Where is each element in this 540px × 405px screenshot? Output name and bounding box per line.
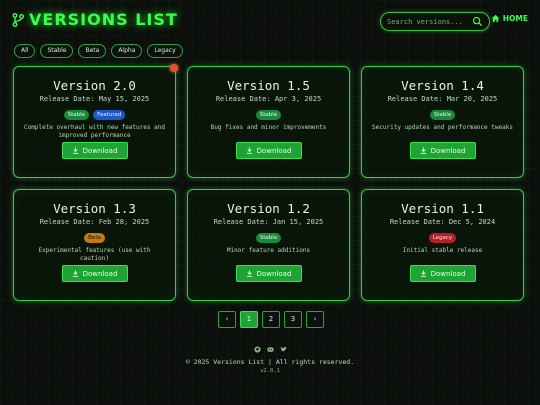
home-icon <box>491 14 500 23</box>
status-badge: Stable <box>429 110 456 120</box>
page-button-1[interactable]: 1 <box>240 311 258 328</box>
download-button[interactable]: Download <box>409 142 476 159</box>
version-card: Version 2.0 Release Date: May 15, 2025 S… <box>13 64 178 178</box>
release-date: Release Date: Feb 28, 2025 <box>39 218 150 226</box>
release-date: Release Date: Apr 3, 2025 <box>215 95 322 103</box>
version-card: Version 1.4 Release Date: Mar 20, 2025 S… <box>361 66 524 178</box>
version-title: Version 2.0 <box>53 78 136 93</box>
badge-group: Stable <box>188 233 349 243</box>
download-button[interactable]: Download <box>235 142 302 159</box>
filter-stable[interactable]: Stable <box>40 44 74 58</box>
search-box <box>380 12 490 31</box>
version-title: Version 1.4 <box>401 78 484 93</box>
filter-alpha[interactable]: Alpha <box>111 44 143 58</box>
version-title: Version 1.3 <box>53 201 136 216</box>
app-version: v2.0.1 <box>260 368 280 374</box>
badge-group: Stable <box>362 110 523 120</box>
header: VERSIONS LIST HOME <box>12 10 528 34</box>
version-title: Version 1.2 <box>227 201 310 216</box>
page-button-3[interactable]: 3 <box>284 311 302 328</box>
badge-group: Legacy <box>362 233 523 243</box>
download-button[interactable]: Download <box>409 265 476 282</box>
badge-group: Beta <box>14 233 175 243</box>
version-card: Version 1.3 Release Date: Feb 28, 2025 B… <box>13 189 176 301</box>
version-description: Experimental features (use with caution) <box>38 247 151 262</box>
download-icon <box>246 147 252 154</box>
download-label: Download <box>256 146 292 155</box>
home-label: HOME <box>502 14 528 23</box>
download-icon <box>72 147 78 154</box>
version-description: Minor feature additions <box>226 247 311 254</box>
footer: © 2025 Versions List | All rights reserv… <box>0 346 540 375</box>
version-title: Version 1.5 <box>227 78 310 93</box>
versions-grid: Version 2.0 Release Date: May 15, 2025 S… <box>13 64 527 301</box>
notification-dot <box>170 64 178 72</box>
discord-icon[interactable] <box>266 346 274 353</box>
copyright-text: © 2025 Versions List | All rights reserv… <box>185 358 355 366</box>
version-description: Bug fixes and minor improvements <box>210 124 327 131</box>
download-label: Download <box>430 146 466 155</box>
filter-beta[interactable]: Beta <box>78 44 107 58</box>
download-label: Download <box>430 269 466 278</box>
status-badge: Stable <box>255 110 282 120</box>
download-label: Download <box>256 269 292 278</box>
twitter-icon[interactable] <box>279 346 287 353</box>
social-links <box>0 346 540 355</box>
filter-all[interactable]: All <box>14 44 36 58</box>
badge-group: Stable Featured <box>14 110 175 120</box>
prev-page-button[interactable]: ‹ <box>218 311 236 328</box>
site-title: VERSIONS LIST <box>29 10 178 29</box>
download-icon <box>246 270 252 277</box>
status-badge: Beta <box>84 233 105 243</box>
page-button-2[interactable]: 2 <box>262 311 280 328</box>
download-button[interactable]: Download <box>61 265 128 282</box>
release-date: Release Date: Jan 15, 2025 <box>213 218 324 226</box>
github-icon[interactable] <box>253 346 261 353</box>
branch-icon <box>12 12 24 27</box>
search-input[interactable] <box>387 15 473 28</box>
version-card: Version 1.1 Release Date: Dec 5, 2024 Le… <box>361 189 524 301</box>
status-badge: Stable <box>255 233 282 243</box>
badge-group: Stable <box>188 110 349 120</box>
featured-badge: Featured <box>93 110 126 120</box>
status-badge: Stable <box>63 110 90 120</box>
release-date: Release Date: May 15, 2025 <box>39 95 150 103</box>
release-date: Release Date: Dec 5, 2024 <box>389 218 496 226</box>
filter-legacy[interactable]: Legacy <box>147 44 183 58</box>
download-icon <box>420 147 426 154</box>
download-icon <box>72 270 78 277</box>
version-title: Version 1.1 <box>401 201 484 216</box>
release-date: Release Date: Mar 20, 2025 <box>387 95 498 103</box>
download-label: Download <box>82 146 118 155</box>
next-page-button[interactable]: › <box>306 311 324 328</box>
version-description: Complete overhaul with new features and … <box>24 124 165 139</box>
filter-bar: All Stable Beta Alpha Legacy <box>14 44 183 58</box>
version-description: Initial stable release <box>402 247 483 254</box>
logo[interactable]: VERSIONS LIST <box>12 10 178 29</box>
download-button[interactable]: Download <box>61 142 128 159</box>
pagination: ‹ 1 2 3 › <box>218 311 324 328</box>
version-card: Version 1.2 Release Date: Jan 15, 2025 S… <box>187 189 350 301</box>
search-icon[interactable] <box>472 16 483 27</box>
status-badge: Legacy <box>428 233 457 243</box>
home-link[interactable]: HOME <box>491 14 528 23</box>
version-description: Security updates and performance tweaks <box>372 124 513 131</box>
download-icon <box>420 270 426 277</box>
version-card: Version 1.5 Release Date: Apr 3, 2025 St… <box>187 66 350 178</box>
download-label: Download <box>82 269 118 278</box>
download-button[interactable]: Download <box>235 265 302 282</box>
